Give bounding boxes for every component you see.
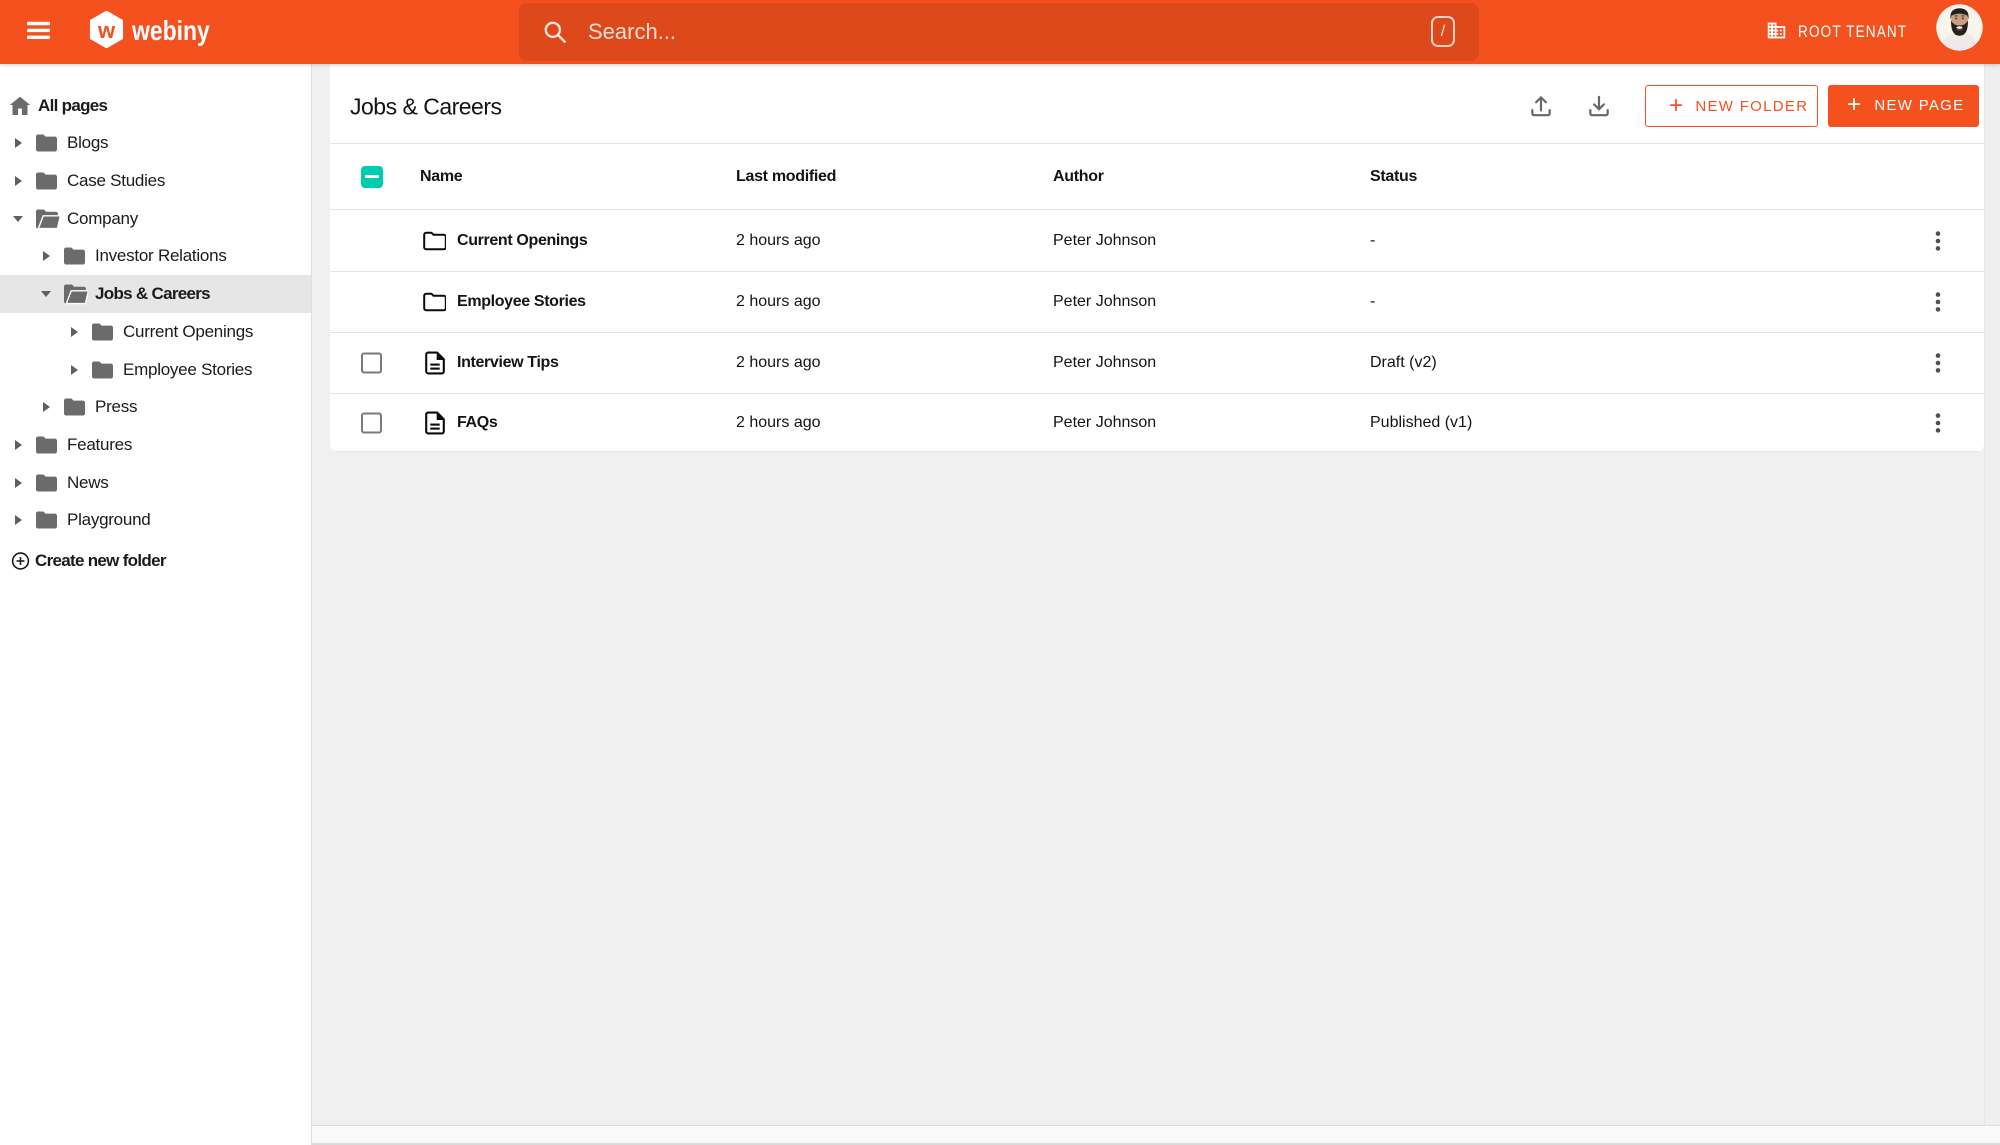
svg-text:w: w <box>97 18 116 43</box>
